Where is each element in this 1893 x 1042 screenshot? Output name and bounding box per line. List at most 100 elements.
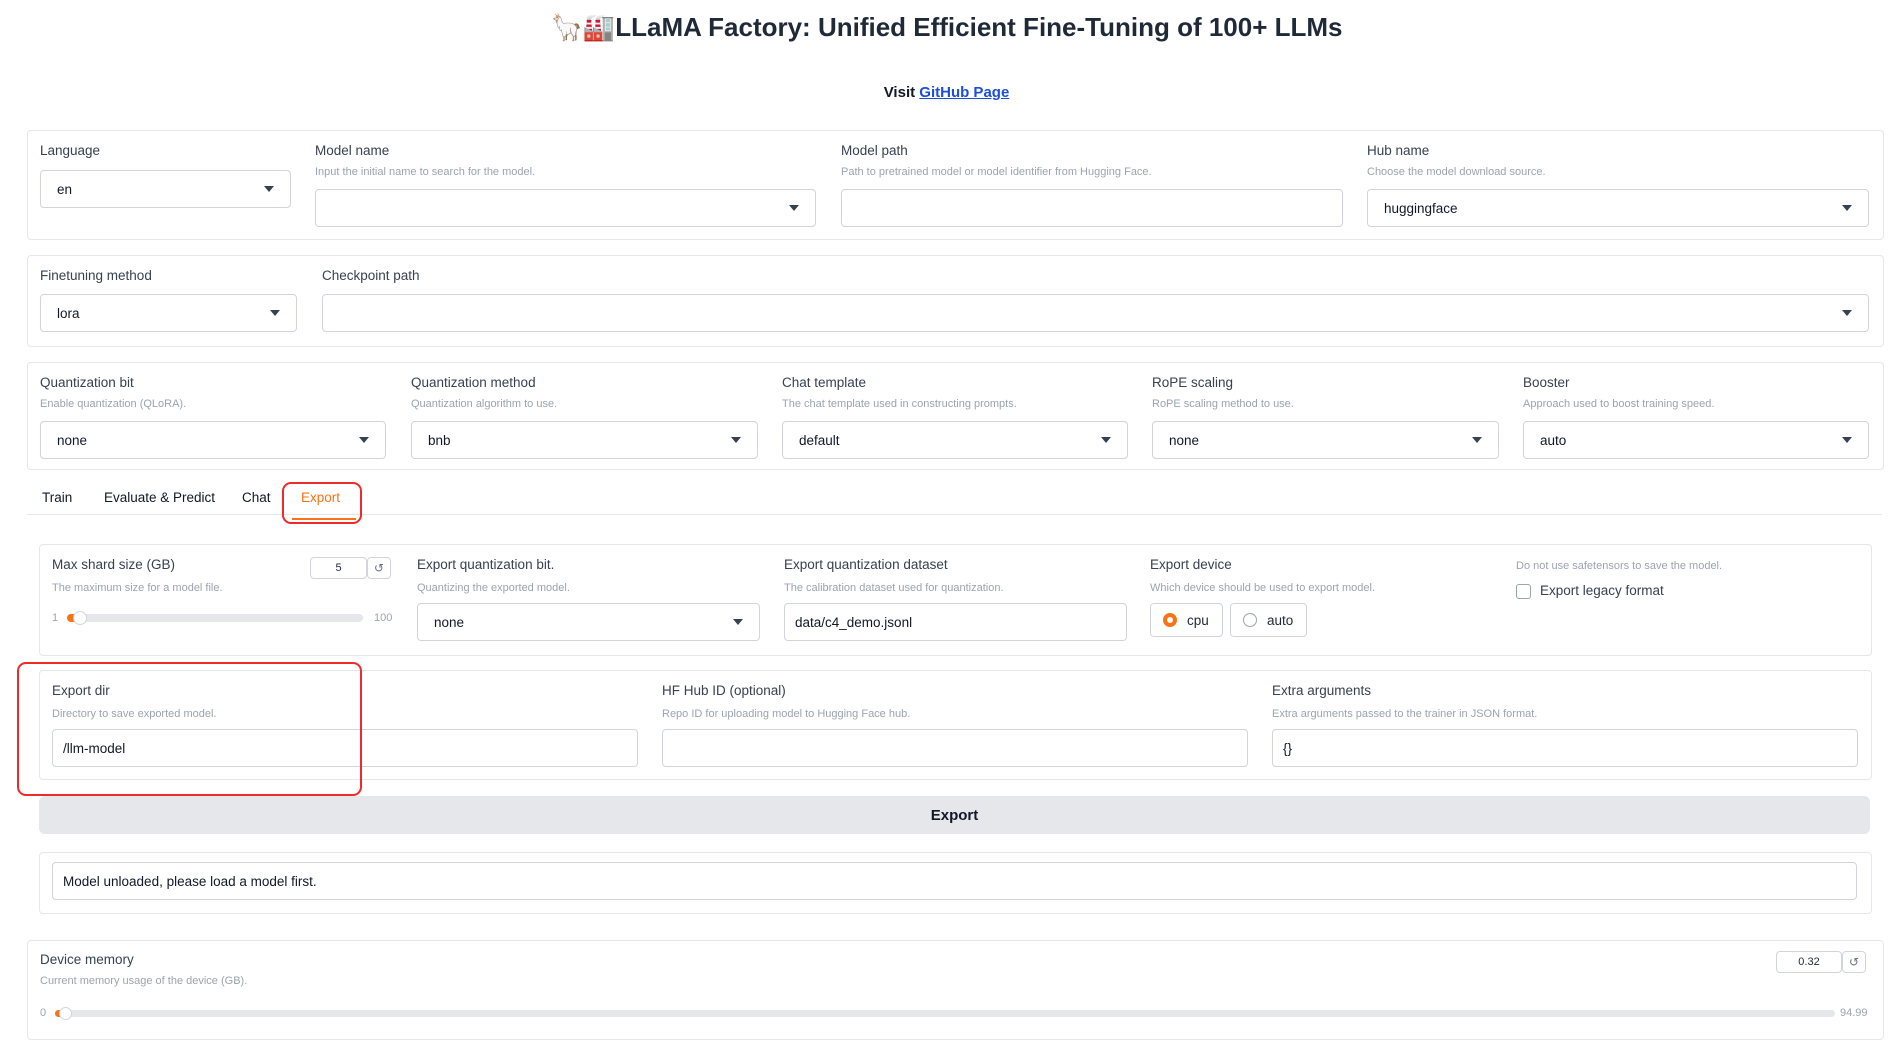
chevron-down-icon: [731, 437, 741, 443]
memory-min-label: 0: [40, 1007, 47, 1019]
tab-evaluate-predict[interactable]: Evaluate & Predict: [104, 490, 215, 505]
page-title: 🦙🏭LLaMA Factory: Unified Efficient Fine-…: [0, 12, 1893, 43]
checkpoint-dropdown[interactable]: [322, 294, 1869, 332]
template-info: The chat template used in constructing p…: [782, 398, 1017, 410]
hub-id-input[interactable]: [662, 729, 1248, 767]
export-device-info: Which device should be used to export mo…: [1150, 582, 1376, 594]
model-path-info: Path to pretrained model or model identi…: [841, 166, 1152, 178]
rope-info: RoPE scaling method to use.: [1152, 398, 1294, 410]
export-device-cpu-label: cpu: [1187, 612, 1209, 628]
export-dataset-info: The calibration dataset used for quantiz…: [784, 582, 1004, 594]
model-name-info: Input the initial name to search for the…: [315, 166, 536, 178]
shard-max-label: 100: [374, 612, 393, 624]
booster-dropdown[interactable]: auto: [1523, 421, 1869, 459]
hub-id-label: HF Hub ID (optional): [662, 683, 786, 698]
model-name-label: Model name: [315, 143, 390, 158]
export-quant-bit-value: none: [434, 614, 465, 630]
quant-bit-info: Enable quantization (QLoRA).: [40, 398, 187, 410]
finetune-method-label: Finetuning method: [40, 268, 152, 283]
device-memory-label: Device memory: [40, 952, 134, 967]
language-label: Language: [40, 143, 101, 158]
chevron-down-icon: [359, 437, 369, 443]
export-quant-bit-info: Quantizing the exported model.: [417, 582, 570, 594]
language-dropdown[interactable]: en: [40, 170, 291, 208]
tab-train[interactable]: Train: [42, 490, 72, 505]
chevron-down-icon: [1842, 310, 1852, 316]
export-device-label: Export device: [1150, 557, 1232, 572]
chevron-down-icon: [270, 310, 280, 316]
radio-unselected-icon: [1243, 613, 1257, 627]
booster-value: auto: [1540, 432, 1567, 448]
quant-method-dropdown[interactable]: bnb: [411, 421, 758, 459]
checkpoint-label: Checkpoint path: [322, 268, 420, 283]
model-path-label: Model path: [841, 143, 908, 158]
rope-label: RoPE scaling: [1152, 375, 1234, 390]
visit-prefix: Visit: [883, 84, 920, 101]
llama-factory-emoji-icon: 🦙🏭: [550, 12, 616, 42]
export-quant-bit-label: Export quantization bit.: [417, 557, 555, 572]
quant-method-label: Quantization method: [411, 375, 536, 390]
export-dir-highlight: [17, 662, 362, 796]
reset-icon[interactable]: ↺: [1842, 951, 1866, 973]
extra-args-value: {}: [1283, 740, 1293, 756]
shard-size-info: The maximum size for a model file.: [52, 582, 223, 594]
hub-name-info: Choose the model download source.: [1367, 166, 1546, 178]
export-dataset-label: Export quantization dataset: [784, 557, 948, 572]
rope-value: none: [1169, 432, 1200, 448]
chevron-down-icon: [1842, 205, 1852, 211]
shard-size-number[interactable]: 5: [310, 557, 367, 579]
legacy-format-checkbox[interactable]: [1516, 584, 1531, 599]
quant-method-info: Quantization algorithm to use.: [411, 398, 558, 410]
quant-bit-label: Quantization bit: [40, 375, 134, 390]
chevron-down-icon: [789, 205, 799, 211]
extra-args-input[interactable]: {}: [1272, 729, 1858, 767]
github-link[interactable]: GitHub Page: [919, 84, 1009, 101]
booster-info: Approach used to boost training speed.: [1523, 398, 1715, 410]
export-tab-highlight: [282, 482, 362, 524]
export-device-auto-label: auto: [1267, 612, 1294, 628]
booster-label: Booster: [1523, 375, 1570, 390]
quant-bit-value: none: [57, 432, 88, 448]
export-quant-bit-dropdown[interactable]: none: [417, 603, 760, 641]
template-value: default: [799, 432, 840, 448]
finetune-method-dropdown[interactable]: lora: [40, 294, 297, 332]
slider-thumb: [59, 1007, 72, 1020]
chevron-down-icon: [1472, 437, 1482, 443]
quant-bit-dropdown[interactable]: none: [40, 421, 386, 459]
device-memory-panel: [27, 940, 1884, 1040]
legacy-format-label: Export legacy format: [1540, 583, 1664, 598]
device-memory-number: 0.32: [1776, 951, 1842, 973]
model-name-dropdown[interactable]: [315, 189, 816, 227]
device-memory-slider: [55, 1007, 1835, 1020]
hub-name-dropdown[interactable]: huggingface: [1367, 189, 1869, 227]
reset-icon[interactable]: ↺: [367, 557, 391, 579]
hub-name-value: huggingface: [1384, 200, 1458, 216]
export-output-textbox[interactable]: Model unloaded, please load a model firs…: [52, 862, 1857, 900]
export-button[interactable]: Export: [39, 796, 1870, 834]
slider-thumb[interactable]: [72, 611, 87, 625]
model-path-input[interactable]: [841, 189, 1343, 227]
memory-max-label: 94.99: [1840, 1007, 1868, 1019]
chevron-down-icon: [1842, 437, 1852, 443]
device-memory-info: Current memory usage of the device (GB).: [40, 975, 248, 987]
export-dataset-input[interactable]: data/c4_demo.jsonl: [784, 603, 1127, 641]
tab-chat[interactable]: Chat: [242, 490, 271, 505]
visit-line: Visit GitHub Page: [0, 84, 1893, 101]
hub-id-info: Repo ID for uploading model to Hugging F…: [662, 708, 911, 720]
export-output-text: Model unloaded, please load a model firs…: [63, 873, 317, 889]
shard-size-slider[interactable]: [67, 611, 363, 625]
page-title-text: LLaMA Factory: Unified Efficient Fine-Tu…: [615, 12, 1343, 42]
template-dropdown[interactable]: default: [782, 421, 1128, 459]
legacy-format-info: Do not use safetensors to save the model…: [1516, 560, 1723, 572]
hub-name-label: Hub name: [1367, 143, 1430, 158]
export-device-cpu[interactable]: cpu: [1150, 603, 1223, 637]
chevron-down-icon: [1101, 437, 1111, 443]
quant-method-value: bnb: [428, 432, 451, 448]
export-device-auto[interactable]: auto: [1230, 603, 1307, 637]
rope-dropdown[interactable]: none: [1152, 421, 1499, 459]
extra-args-info: Extra arguments passed to the trainer in…: [1272, 708, 1538, 720]
export-dataset-value: data/c4_demo.jsonl: [795, 614, 913, 630]
shard-size-label: Max shard size (GB): [52, 557, 176, 572]
chevron-down-icon: [264, 186, 274, 192]
finetune-method-value: lora: [57, 305, 80, 321]
